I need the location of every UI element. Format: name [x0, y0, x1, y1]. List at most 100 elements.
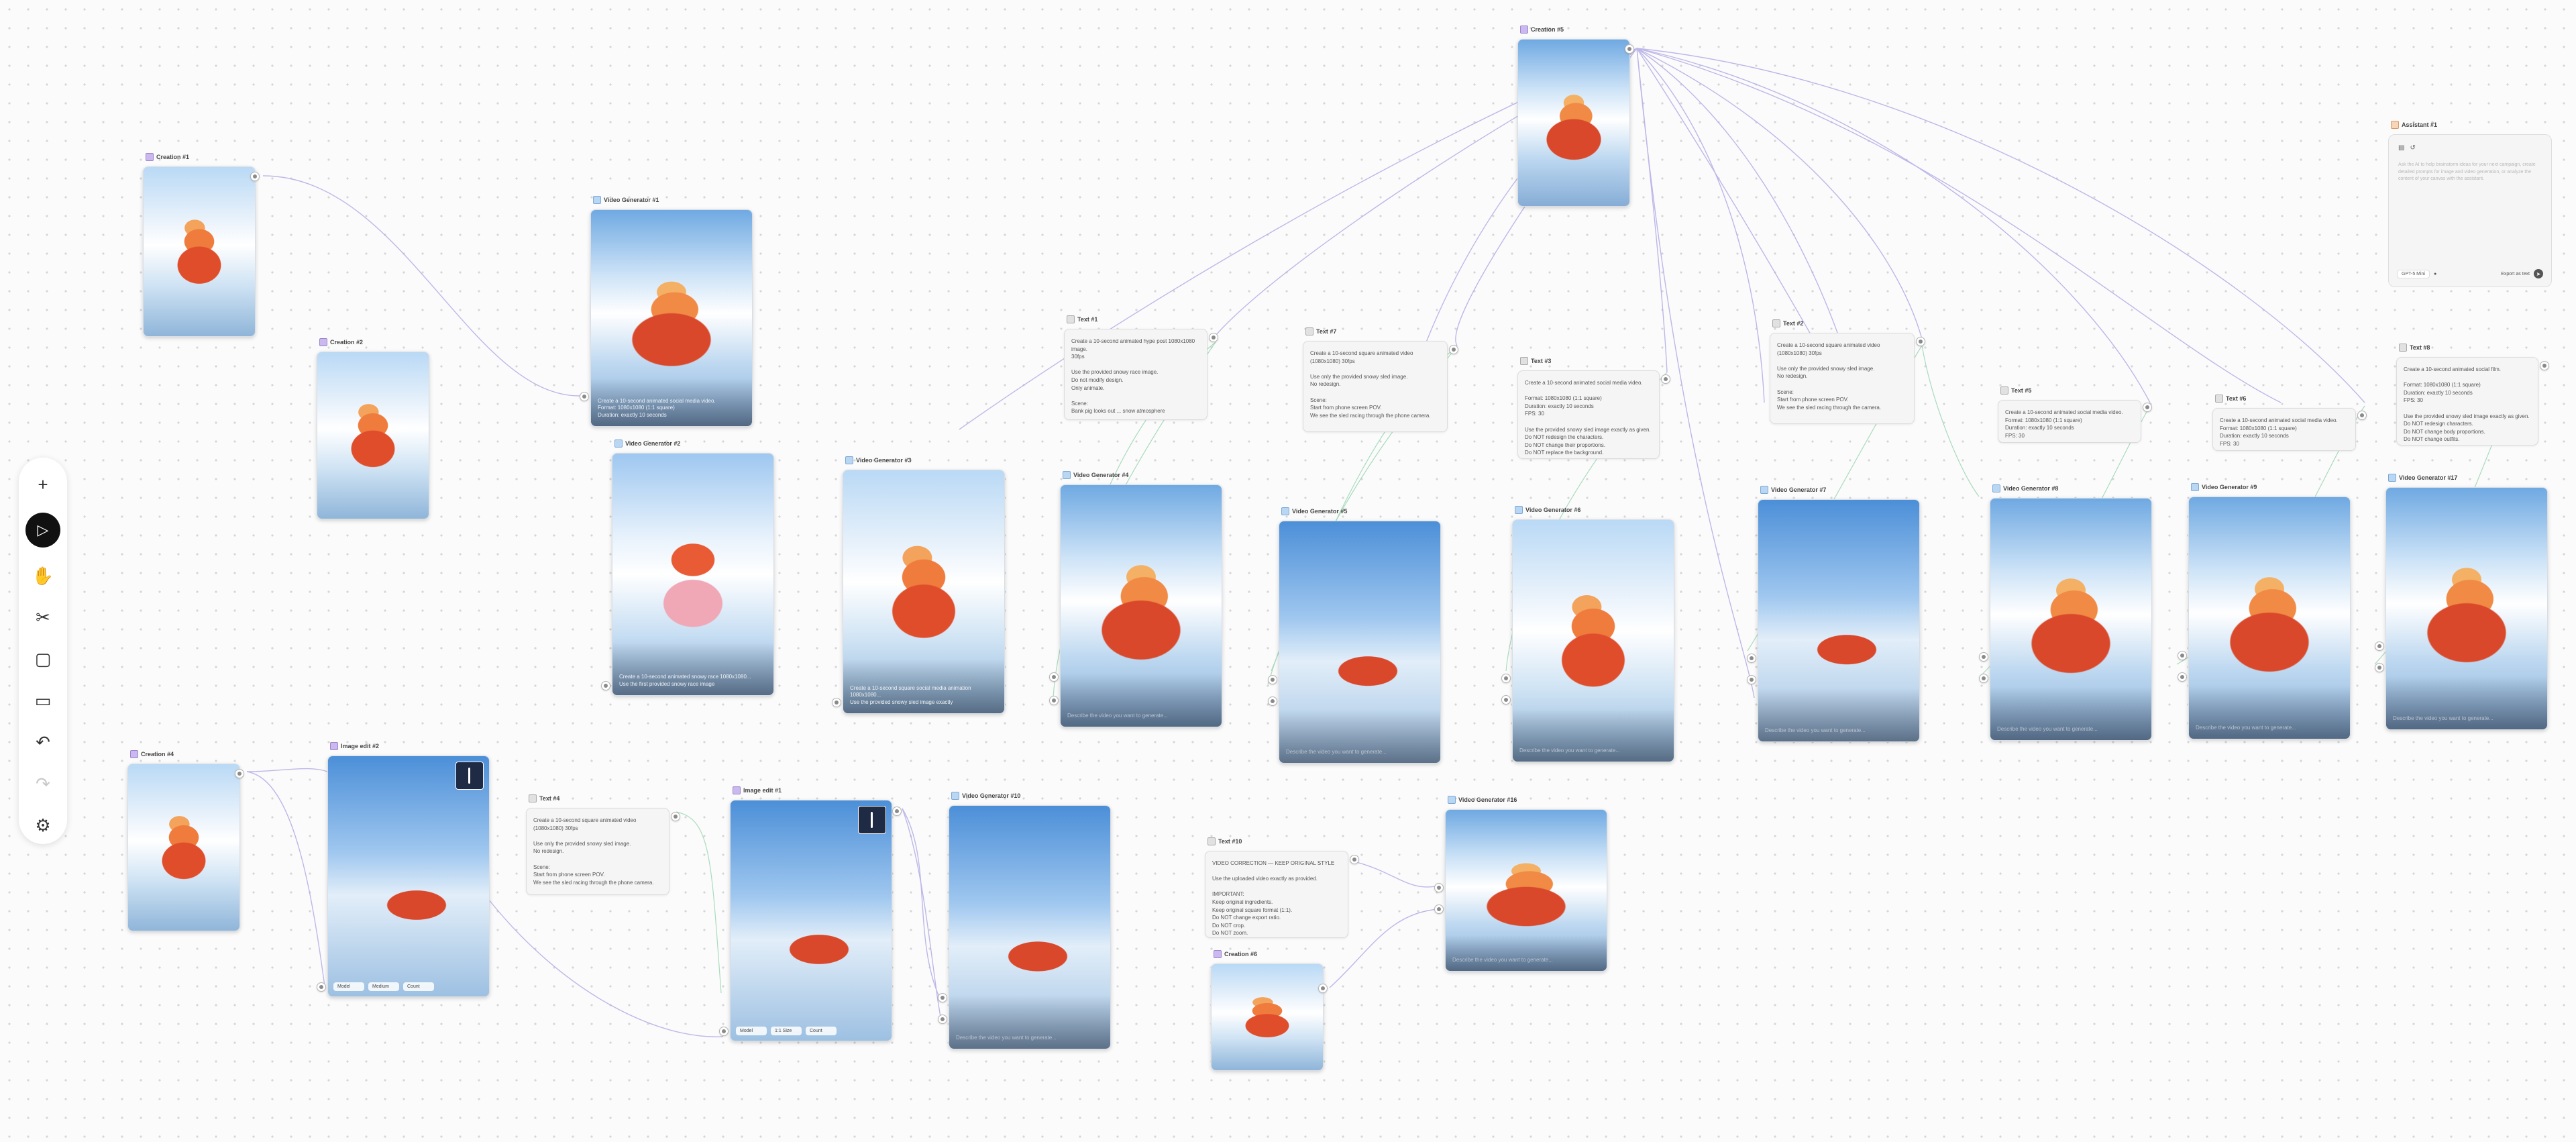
text-node-5[interactable]: Text #5 Create a 10-second animated soci…: [1998, 386, 2152, 443]
video-preview[interactable]: Create a 10-second square social media a…: [843, 470, 1005, 714]
brush-tool-icon[interactable]: [858, 806, 886, 834]
video-preview[interactable]: Describe the video you want to generate.…: [2385, 487, 2548, 730]
settings-dot-icon[interactable]: ●: [2434, 272, 2436, 276]
output-port[interactable]: [671, 812, 680, 821]
text-node-8[interactable]: Text #8 Create a 10-second animated soci…: [2396, 344, 2549, 446]
text-node-3[interactable]: Text #3 Create a 10-second animated soci…: [1517, 357, 1670, 459]
creation-node-1[interactable]: Creation #1: [143, 153, 260, 337]
creation-image[interactable]: [1517, 39, 1630, 207]
input-port[interactable]: [938, 1015, 947, 1024]
output-port[interactable]: [2143, 403, 2152, 412]
frame-icon[interactable]: ▢: [28, 645, 58, 672]
export-text-button[interactable]: Export as text: [2501, 272, 2530, 276]
output-port[interactable]: [1350, 855, 1359, 864]
refresh-icon[interactable]: ↺: [2410, 144, 2415, 152]
video-preview[interactable]: Describe the video you want to generate.…: [1512, 519, 1674, 762]
output-port[interactable]: [1209, 333, 1218, 342]
input-port[interactable]: [1979, 674, 1988, 683]
hand-pan-icon[interactable]: ✋: [28, 562, 58, 589]
creation-image[interactable]: [127, 764, 240, 931]
image-edit-node-1[interactable]: Image edit #1 Model 1:1 Size Count: [719, 786, 902, 1041]
video-preview[interactable]: Create a 10-second animated snowy race 1…: [612, 453, 774, 696]
output-port[interactable]: [1449, 345, 1458, 354]
video-generator-node-5[interactable]: Video Generator #5 Describe the video yo…: [1268, 507, 1441, 764]
image-edit-preview[interactable]: Model 1:1 Size Count: [730, 800, 892, 1041]
output-port[interactable]: [892, 807, 902, 816]
creation-node-4[interactable]: Creation #4: [127, 750, 244, 931]
model-select[interactable]: Model: [333, 982, 364, 991]
creation-image[interactable]: [143, 166, 256, 337]
send-icon[interactable]: ➤: [2534, 269, 2543, 278]
select-pointer-icon[interactable]: ▷: [25, 513, 60, 548]
output-port[interactable]: [2540, 361, 2549, 370]
video-generator-node-7[interactable]: Video Generator #7 Describe the video yo…: [1747, 486, 1920, 742]
model-select[interactable]: Model: [736, 1027, 767, 1035]
input-port[interactable]: [1268, 696, 1277, 706]
video-generator-node-2[interactable]: Video Generator #2 Create a 10-second an…: [601, 439, 774, 696]
comment-icon[interactable]: ▭: [28, 687, 58, 714]
input-port[interactable]: [1747, 654, 1756, 663]
video-generator-node-17[interactable]: Video Generator #17 Describe the video y…: [2375, 474, 2548, 730]
creation-node-6[interactable]: Creation #6: [1211, 950, 1328, 1071]
assistant-input[interactable]: Ask the AI to help brainstorm ideas for …: [2398, 162, 2542, 183]
input-port[interactable]: [938, 993, 947, 1002]
creation-image[interactable]: [317, 352, 429, 519]
video-preview[interactable]: Describe the video you want to generate.…: [1990, 498, 2152, 741]
output-port[interactable]: [1318, 984, 1328, 993]
brush-tool-icon[interactable]: [455, 762, 484, 790]
quality-select[interactable]: Medium: [368, 982, 399, 991]
input-port[interactable]: [1434, 904, 1444, 914]
creation-image[interactable]: [1211, 964, 1324, 1071]
video-preview[interactable]: Describe the video you want to generate.…: [949, 805, 1111, 1049]
input-port[interactable]: [1501, 695, 1511, 705]
input-port[interactable]: [1501, 674, 1511, 683]
output-port[interactable]: [1661, 374, 1670, 384]
input-port[interactable]: [1434, 883, 1444, 892]
output-port[interactable]: [235, 769, 244, 778]
count-select[interactable]: Count: [403, 982, 434, 991]
video-preview[interactable]: Create a 10-second animated social media…: [590, 209, 753, 427]
image-edit-node-2[interactable]: Image edit #2 Model Medium Count: [317, 742, 490, 997]
output-port[interactable]: [250, 172, 260, 181]
input-port[interactable]: [1049, 672, 1059, 682]
video-generator-node-4[interactable]: Video Generator #4 Describe the video yo…: [1049, 471, 1222, 727]
text-node-6[interactable]: Text #6 Create a 10-second animated soci…: [2212, 395, 2367, 451]
text-node-7[interactable]: Text #7 Create a 10-second square animat…: [1303, 327, 1458, 432]
settings-gear-icon[interactable]: ⚙: [28, 812, 58, 839]
redo-icon[interactable]: ↷: [28, 770, 58, 797]
text-node-10[interactable]: Text #10 VIDEO CORRECTION — KEEP ORIGINA…: [1205, 837, 1359, 938]
creation-node-2[interactable]: Creation #2: [317, 338, 429, 519]
output-port[interactable]: [2357, 411, 2367, 420]
text-node-1[interactable]: Text #1 Create a 10-second animated hype…: [1064, 315, 1218, 420]
count-select[interactable]: Count: [806, 1027, 837, 1035]
output-port[interactable]: [1625, 44, 1634, 54]
video-preview[interactable]: Describe the video you want to generate.…: [1758, 499, 1920, 742]
input-port[interactable]: [1747, 675, 1756, 684]
undo-icon[interactable]: ↶: [28, 729, 58, 756]
video-generator-node-16[interactable]: Video Generator #16 Describe the video y…: [1434, 796, 1607, 972]
input-port[interactable]: [580, 392, 589, 401]
input-port[interactable]: [719, 1027, 729, 1036]
video-generator-node-8[interactable]: Video Generator #8 Describe the video yo…: [1979, 484, 2152, 741]
video-preview[interactable]: Describe the video you want to generate.…: [1279, 521, 1441, 764]
video-generator-node-10[interactable]: Video Generator #10 Describe the video y…: [938, 792, 1111, 1049]
creation-node-5[interactable]: Creation #5: [1517, 25, 1634, 207]
scissors-icon[interactable]: ✂: [28, 604, 58, 631]
attach-icon[interactable]: ▤: [2398, 144, 2404, 152]
input-port[interactable]: [1268, 675, 1277, 684]
input-port[interactable]: [2178, 651, 2187, 660]
video-generator-node-1[interactable]: Video Generator #1 Create a 10-second an…: [580, 196, 753, 427]
image-edit-preview[interactable]: Model Medium Count: [327, 756, 490, 997]
video-generator-node-9[interactable]: Video Generator #9 Describe the video yo…: [2178, 483, 2351, 739]
input-port[interactable]: [2375, 641, 2384, 651]
text-node-4[interactable]: Text #4 Create a 10-second square animat…: [526, 794, 680, 895]
video-preview[interactable]: Describe the video you want to generate.…: [2188, 497, 2351, 739]
input-port[interactable]: [1979, 652, 1988, 662]
add-icon[interactable]: +: [28, 471, 58, 498]
input-port[interactable]: [2178, 672, 2187, 682]
input-port[interactable]: [317, 982, 326, 992]
video-preview[interactable]: Describe the video you want to generate.…: [1060, 484, 1222, 727]
text-node-2[interactable]: Text #2 Create a 10-second square animat…: [1770, 319, 1925, 424]
input-port[interactable]: [832, 698, 841, 707]
model-select[interactable]: GPT-5 Mini: [2397, 269, 2430, 278]
